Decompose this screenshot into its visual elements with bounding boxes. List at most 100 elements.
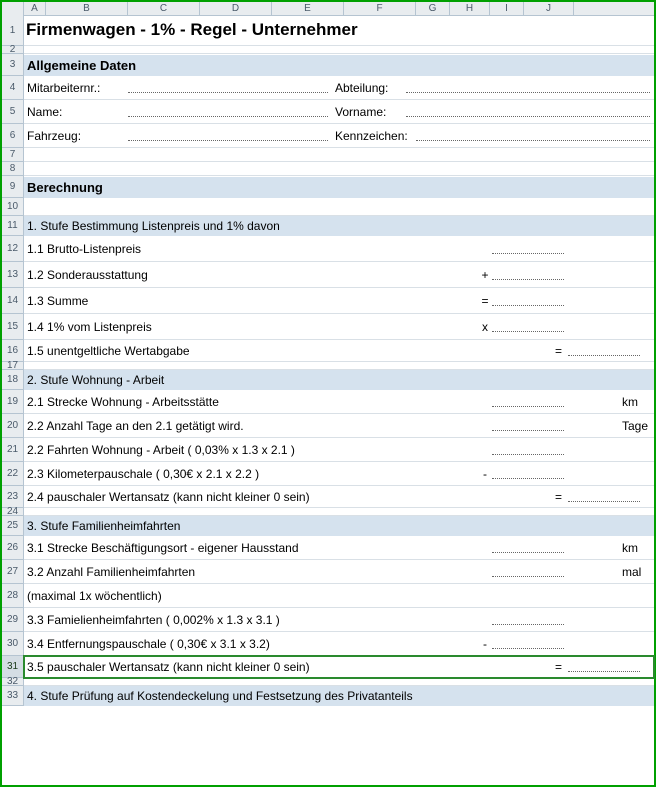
row-header-6[interactable]: 6 [2, 124, 24, 148]
row-header-32[interactable]: 32 [2, 678, 24, 686]
stufe4-header: 4. Stufe Prüfung auf Kostendeckelung und… [24, 686, 654, 706]
minus-operator: - [478, 467, 492, 481]
stufe2-header: 2. Stufe Wohnung - Arbeit [24, 370, 654, 390]
col-header-c[interactable]: C [128, 2, 200, 16]
kennzeichen-label: Kennzeichen: [332, 126, 416, 146]
stufe2-r1-unit: km [618, 395, 654, 409]
row-header-27[interactable]: 27 [2, 560, 24, 584]
row-header-9[interactable]: 9 [2, 176, 24, 198]
fahrzeug-label: Fahrzeug: [24, 126, 128, 146]
col-header-f[interactable]: F [344, 2, 416, 16]
stufe3-r4: 3.4 Entfernungspauschale ( 0,30€ x 3.1 x… [24, 634, 478, 654]
stufe1-r3-input[interactable] [492, 292, 564, 306]
col-header-i[interactable]: I [490, 2, 524, 16]
stufe3-r2b: (maximal 1x wöchentlich) [24, 586, 654, 606]
name-input[interactable] [128, 103, 328, 117]
equals-operator: = [478, 294, 492, 308]
row-header-33[interactable]: 33 [2, 686, 24, 706]
stufe2-r1-input[interactable] [492, 393, 564, 407]
minus-operator-2: - [478, 637, 492, 651]
abteilung-input[interactable] [406, 79, 650, 93]
col-header-g[interactable]: G [416, 2, 450, 16]
stufe2-r2-unit: Tage [618, 419, 654, 433]
row-header-17[interactable]: 17 [2, 362, 24, 370]
row-header-31[interactable]: 31 [2, 656, 24, 678]
equals-operator-2: = [468, 344, 568, 358]
row-header-19[interactable]: 19 [2, 390, 24, 414]
row-header-22[interactable]: 22 [2, 462, 24, 486]
stufe3-r2: 3.2 Anzahl Familienheimfahrten [24, 562, 492, 582]
row-header-20[interactable]: 20 [2, 414, 24, 438]
row-header-12[interactable]: 12 [2, 236, 24, 262]
row-header-4[interactable]: 4 [2, 76, 24, 100]
stufe3-r1-input[interactable] [492, 539, 564, 553]
abteilung-label: Abteilung: [332, 78, 406, 98]
row-header-10[interactable]: 10 [2, 198, 24, 216]
stufe1-r1-input[interactable] [492, 240, 564, 254]
row-header-15[interactable]: 15 [2, 314, 24, 340]
row-header-5[interactable]: 5 [2, 100, 24, 124]
stufe2-r2: 2.2 Anzahl Tage an den 2.1 getätigt wird… [24, 416, 492, 436]
row-header-13[interactable]: 13 [2, 262, 24, 288]
fahrzeug-input[interactable] [128, 127, 328, 141]
mitarbeiter-input[interactable] [128, 79, 328, 93]
row-header-30[interactable]: 30 [2, 632, 24, 656]
col-header-a[interactable]: A [24, 2, 46, 16]
col-header-j[interactable]: J [524, 2, 574, 16]
row-header-7[interactable]: 7 [2, 148, 24, 162]
section-berechnung: Berechnung [24, 176, 654, 198]
row-header-8[interactable]: 8 [2, 162, 24, 176]
row-header-24[interactable]: 24 [2, 508, 24, 516]
name-label: Name: [24, 102, 128, 122]
row-header-25[interactable]: 25 [2, 516, 24, 536]
col-header-h[interactable]: H [450, 2, 490, 16]
worksheet[interactable]: Firmenwagen - 1% - Regel - Unternehmer A… [24, 16, 654, 706]
stufe2-r2-input[interactable] [492, 417, 564, 431]
row-header-28[interactable]: 28 [2, 584, 24, 608]
stufe2-r5-input[interactable] [568, 488, 640, 502]
equals-operator-3: = [468, 490, 568, 504]
stufe2-r3-input[interactable] [492, 441, 564, 455]
row-header-21[interactable]: 21 [2, 438, 24, 462]
page-title: Firmenwagen - 1% - Regel - Unternehmer [24, 16, 360, 46]
col-header-b[interactable]: B [46, 2, 128, 16]
stufe2-r5: 2.4 pauschaler Wertansatz (kann nicht kl… [24, 487, 468, 507]
row-header-2[interactable]: 2 [2, 46, 24, 54]
row-header-11[interactable]: 11 [2, 216, 24, 236]
stufe3-r5: 3.5 pauschaler Wertansatz (kann nicht kl… [24, 657, 468, 677]
stufe1-r4: 1.4 1% vom Listenpreis [24, 317, 478, 337]
stufe3-r4-input[interactable] [492, 635, 564, 649]
col-header-e[interactable]: E [272, 2, 344, 16]
stufe3-r2-input[interactable] [492, 563, 564, 577]
vorname-label: Vorname: [332, 102, 406, 122]
stufe1-r5: 1.5 unentgeltliche Wertabgabe [24, 341, 468, 361]
multiply-operator: x [478, 320, 492, 334]
row-header-1[interactable]: 1 [2, 16, 24, 46]
stufe2-r4: 2.3 Kilometerpauschale ( 0,30€ x 2.1 x 2… [24, 464, 478, 484]
stufe1-r5-input[interactable] [568, 342, 640, 356]
stufe3-r5-input[interactable] [568, 658, 640, 672]
selected-row[interactable]: 3.5 pauschaler Wertansatz (kann nicht kl… [24, 656, 654, 678]
stufe2-r3: 2.2 Fahrten Wohnung - Arbeit ( 0,03% x 1… [24, 440, 492, 460]
corner-cell[interactable] [2, 2, 24, 16]
stufe1-r4-input[interactable] [492, 318, 564, 332]
stufe2-r4-input[interactable] [492, 465, 564, 479]
row-header-3[interactable]: 3 [2, 54, 24, 76]
stufe3-header: 3. Stufe Familienheimfahrten [24, 516, 654, 536]
stufe3-r3-input[interactable] [492, 611, 564, 625]
row-header-18[interactable]: 18 [2, 370, 24, 390]
vorname-input[interactable] [406, 103, 650, 117]
row-header-23[interactable]: 23 [2, 486, 24, 508]
stufe1-r2: 1.2 Sonderausstattung [24, 265, 478, 285]
stufe3-r2-unit: mal [618, 565, 654, 579]
row-header-26[interactable]: 26 [2, 536, 24, 560]
mitarbeiter-label: Mitarbeiternr.: [24, 78, 128, 98]
column-headers: A B C D E F G H I J [2, 2, 654, 16]
col-header-d[interactable]: D [200, 2, 272, 16]
kennzeichen-input[interactable] [416, 127, 650, 141]
stufe1-r2-input[interactable] [492, 266, 564, 280]
row-headers: 1 2 3 4 5 6 7 8 9 10 11 12 13 14 15 16 1… [2, 16, 24, 706]
row-header-14[interactable]: 14 [2, 288, 24, 314]
row-header-29[interactable]: 29 [2, 608, 24, 632]
row-header-16[interactable]: 16 [2, 340, 24, 362]
